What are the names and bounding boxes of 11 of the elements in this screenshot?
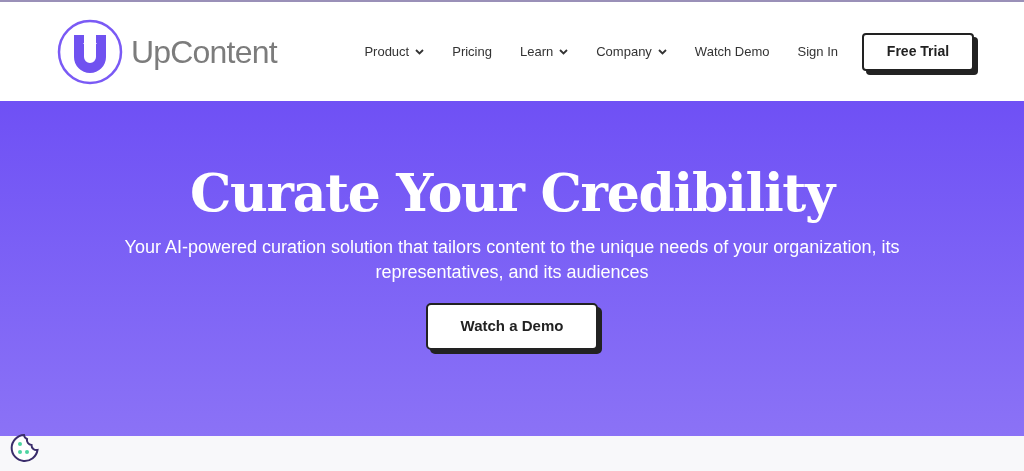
- nav-link[interactable]: Product: [364, 41, 425, 62]
- nav-link[interactable]: Learn: [519, 41, 569, 62]
- nav-link[interactable]: Sign In: [797, 41, 838, 62]
- hero-heading: Curate Your Credibility: [190, 161, 834, 225]
- hero-subtitle: Your AI-powered curation solution that tailors content to the unique needs of your organization, its representatives, and its audiences: [123, 236, 901, 284]
- nav-link[interactable]: Company: [596, 41, 667, 62]
- logo-text: UpContent: [131, 32, 277, 72]
- nav-link[interactable]: Pricing: [452, 41, 492, 62]
- nav-link[interactable]: Watch Demo: [694, 41, 770, 62]
- logo-icon: [57, 18, 123, 85]
- cookie-icon: [9, 433, 40, 464]
